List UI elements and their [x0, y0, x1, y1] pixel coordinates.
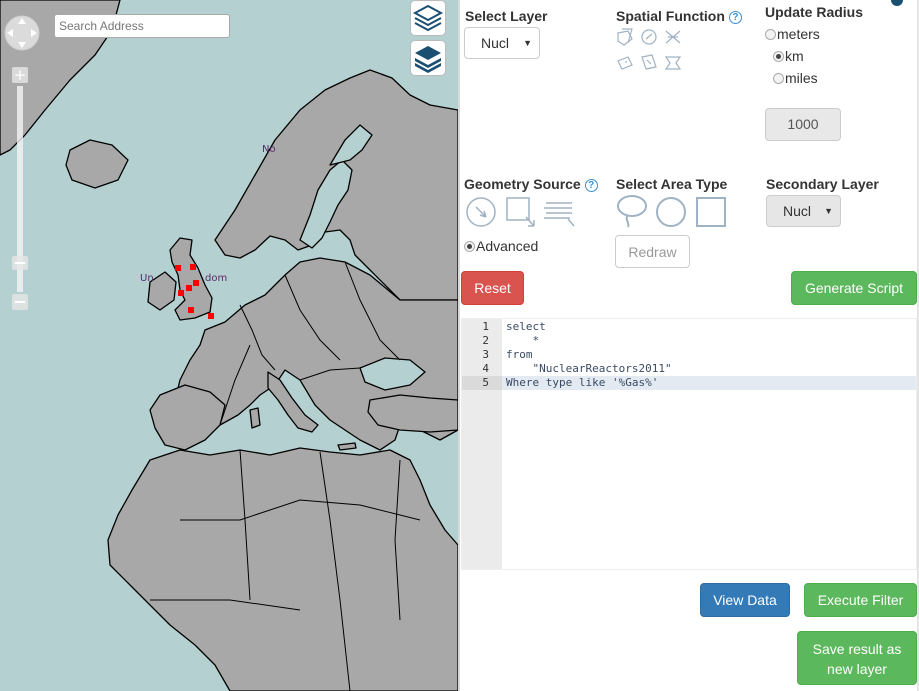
secondary-layer-dropdown[interactable]: Nucl ▼ [766, 195, 841, 227]
code-line[interactable]: 2 * [462, 334, 916, 348]
advanced-label: Advanced [476, 238, 539, 254]
radius-unit-miles[interactable]: miles [773, 70, 818, 86]
save-result-label-line-2: new layer [827, 661, 887, 677]
select-area-type-heading: Select Area Type [616, 176, 728, 192]
reactor-marker [186, 285, 192, 291]
africa-shape [107, 447, 459, 691]
reactor-marker [178, 290, 184, 296]
geometry-source-icons [466, 197, 575, 227]
radio-meters-label: meters [777, 26, 820, 42]
map-label-norway: No [262, 144, 276, 155]
code-text: from [506, 348, 533, 361]
reactor-marker [208, 313, 214, 319]
turkey-shape [367, 394, 459, 433]
search-address-input[interactable] [54, 14, 230, 38]
reactor-marker [188, 307, 194, 313]
touches-icon [617, 56, 633, 70]
layers-icon [412, 4, 444, 32]
area-type-icons [617, 195, 726, 228]
code-text: "NuclearReactors2011" [506, 362, 672, 375]
layer-switcher-button-2[interactable] [410, 40, 446, 76]
radio-meters[interactable] [765, 28, 776, 40]
map-divider [458, 0, 460, 691]
save-result-label-line-1: Save result as [812, 641, 902, 657]
spatial-function-heading: Spatial Function? [616, 8, 742, 24]
select-layer-dropdown[interactable]: Nucl ▼ [464, 27, 540, 59]
geometry-source-advanced[interactable]: Advanced [464, 238, 538, 254]
layer-select-icon[interactable] [544, 202, 575, 227]
contains-icon [664, 56, 682, 70]
spatial-function-title: Spatial Function [616, 8, 725, 24]
radio-miles[interactable] [773, 72, 784, 84]
map-label-uk-left: Un [140, 273, 154, 284]
help-icon[interactable]: ? [728, 11, 742, 24]
radio-advanced[interactable] [464, 240, 475, 252]
radius-unit-meters[interactable]: meters [765, 26, 820, 42]
save-result-button[interactable]: Save result as new layer [797, 631, 917, 685]
spatial-function-icons [617, 28, 682, 70]
code-line[interactable]: 3 from [462, 348, 916, 362]
secondary-layer-value: Nucl [783, 203, 812, 219]
select-layer-heading: Select Layer [465, 8, 548, 24]
rectangle-area-icon[interactable] [696, 197, 726, 227]
execute-filter-button[interactable]: Execute Filter [804, 583, 917, 617]
select-layer-value: Nucl [481, 35, 510, 51]
code-text: * [506, 334, 540, 347]
radius-unit-km[interactable]: km [773, 48, 804, 64]
code-text: select [506, 320, 546, 333]
radio-km-label: km [785, 48, 804, 64]
redraw-button[interactable]: Redraw [615, 235, 690, 268]
code-line[interactable]: 4 "NuclearReactors2011" [462, 362, 916, 376]
map-label-uk-right: dom [205, 273, 228, 284]
line-number: 4 [482, 362, 489, 375]
circle-area-icon[interactable] [656, 197, 686, 227]
radio-km[interactable] [773, 50, 784, 62]
overlaps-icon [641, 54, 657, 70]
line-number: 1 [482, 320, 489, 333]
svg-text:+: + [14, 66, 27, 84]
geometry-source-title: Geometry Source [464, 176, 581, 192]
sql-code-editor[interactable]: 1 select 2 * 3 from 4 "NuclearReactors20… [461, 318, 917, 570]
map-land-layer [0, 0, 459, 691]
caret-down-icon: ▼ [824, 206, 833, 216]
zoom-slider[interactable]: + [11, 66, 29, 312]
reactor-marker [190, 264, 196, 270]
code-text: Where type like '%Gas%' [506, 376, 659, 389]
lasso-icon[interactable] [617, 195, 647, 228]
iceland-shape [65, 139, 129, 189]
caret-down-icon: ▼ [523, 38, 532, 48]
reactor-marker [193, 280, 199, 286]
secondary-layer-heading: Secondary Layer [766, 176, 879, 192]
pan-control[interactable] [3, 13, 41, 53]
reactor-marker [175, 265, 181, 271]
crete-shape [337, 442, 357, 451]
radio-miles-label: miles [785, 70, 818, 86]
point-select-icon[interactable] [466, 197, 496, 227]
help-icon[interactable]: ? [584, 179, 598, 192]
layers-filled-icon [415, 46, 441, 73]
code-line[interactable]: 1 select [462, 320, 916, 334]
intersects-icon [617, 28, 633, 46]
panel-help-icon-clipped[interactable] [890, 0, 904, 6]
update-radius-heading: Update Radius [765, 4, 864, 20]
box-select-icon[interactable] [506, 197, 535, 227]
line-number: 5 [462, 376, 502, 390]
generate-script-button[interactable]: Generate Script [791, 271, 917, 305]
view-data-button[interactable]: View Data [700, 583, 790, 617]
map-view[interactable]: Un dom No + [0, 0, 459, 691]
sardinia-shape [249, 407, 261, 429]
geometry-source-heading: Geometry Source? [464, 176, 598, 192]
line-number: 2 [482, 334, 489, 347]
crosses-icon [665, 30, 681, 44]
iberia-shape [149, 384, 226, 451]
radius-value-input[interactable]: 1000 [765, 108, 841, 141]
reset-button[interactable]: Reset [461, 271, 524, 305]
line-number: 3 [482, 348, 489, 361]
code-line-active[interactable]: 5 Where type like '%Gas%' [462, 376, 916, 390]
layer-switcher-button-1[interactable] [410, 0, 446, 36]
